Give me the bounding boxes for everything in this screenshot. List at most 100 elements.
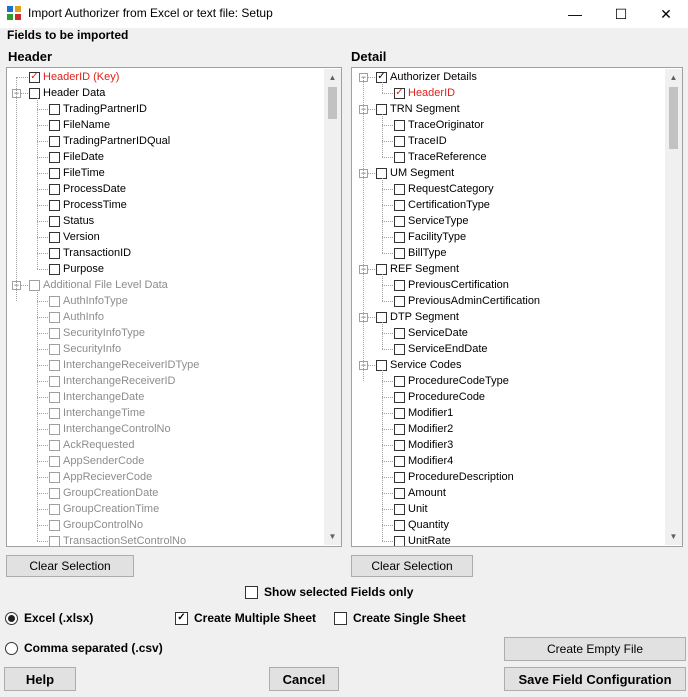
checked-checkbox-icon[interactable]: ✓ <box>394 87 405 99</box>
tree-item[interactable]: ProcedureCodeType <box>394 373 509 389</box>
tree-item[interactable]: AppSenderCode <box>49 453 144 469</box>
checkbox-icon[interactable] <box>49 103 60 115</box>
tree-item[interactable]: BillType <box>394 245 447 261</box>
tree-item[interactable]: Modifier4 <box>394 453 453 469</box>
tree-item[interactable]: ServiceDate <box>394 325 468 341</box>
tree-item[interactable]: DTP Segment <box>376 309 459 325</box>
checkbox-icon[interactable] <box>49 471 60 483</box>
tree-item[interactable]: FileTime <box>49 165 105 181</box>
csv-radio[interactable]: Comma separated (.csv) <box>5 641 163 655</box>
tree-item[interactable]: ✓ HeaderID (Key) <box>29 69 119 85</box>
checkbox-icon[interactable] <box>376 359 387 371</box>
tree-item[interactable]: ServiceEndDate <box>394 341 488 357</box>
show-selected-checkbox[interactable]: Show selected Fields only <box>245 585 413 599</box>
tree-item[interactable]: SecurityInfoType <box>49 325 145 341</box>
checkbox-box[interactable] <box>334 611 347 625</box>
maximize-button[interactable]: ☐ <box>598 0 644 28</box>
tree-item[interactable]: AppRecieverCode <box>49 469 152 485</box>
tree-item[interactable]: Modifier1 <box>394 405 453 421</box>
checkbox-icon[interactable] <box>49 183 60 195</box>
create-single-sheet-checkbox[interactable]: Create Single Sheet <box>334 611 466 625</box>
tree-item[interactable]: AckRequested <box>49 437 135 453</box>
checkbox-icon[interactable] <box>49 439 60 451</box>
tree-item[interactable]: Service Codes <box>376 357 462 373</box>
tree-item[interactable]: ServiceType <box>394 213 469 229</box>
scrollbar-thumb[interactable] <box>669 87 678 149</box>
checkbox-icon[interactable] <box>49 503 60 515</box>
tree-item[interactable]: Quantity <box>394 517 449 533</box>
tree-item[interactable]: Unit <box>394 501 428 517</box>
tree-item[interactable]: RequestCategory <box>394 181 494 197</box>
tree-item[interactable]: PreviousAdminCertification <box>394 293 540 309</box>
tree-item[interactable]: Modifier3 <box>394 437 453 453</box>
tree-item[interactable]: ✓ Authorizer Details <box>376 69 477 85</box>
checkbox-icon[interactable] <box>394 135 405 147</box>
checkbox-icon[interactable] <box>394 535 405 546</box>
checkbox-icon[interactable] <box>376 103 387 115</box>
checkbox-icon[interactable] <box>49 247 60 259</box>
tree-item[interactable]: GroupCreationTime <box>49 501 159 517</box>
radio-button[interactable] <box>5 641 18 655</box>
header-tree-scrollbar[interactable]: ▲ ▼ <box>324 69 341 545</box>
tree-item[interactable]: Version <box>49 229 100 245</box>
checkbox-icon[interactable] <box>49 407 60 419</box>
minimize-button[interactable]: — <box>552 0 598 28</box>
checkbox-icon[interactable] <box>29 279 40 291</box>
checkbox-icon[interactable] <box>49 231 60 243</box>
save-field-configuration-button[interactable]: Save Field Configuration <box>504 667 686 691</box>
checkbox-icon[interactable] <box>376 167 387 179</box>
tree-item[interactable]: Modifier2 <box>394 421 453 437</box>
tree-item[interactable]: AuthInfo <box>49 309 104 325</box>
checkbox-icon[interactable] <box>394 247 405 259</box>
tree-item[interactable]: TransactionSetControlNo <box>49 533 186 546</box>
checkbox-icon[interactable] <box>394 391 405 403</box>
scroll-up-icon[interactable]: ▲ <box>324 69 341 86</box>
tree-item[interactable]: TraceOriginator <box>394 117 484 133</box>
tree-item[interactable]: TransactionID <box>49 245 131 261</box>
tree-item[interactable]: TraceID <box>394 133 447 149</box>
checkbox-icon[interactable] <box>394 327 405 339</box>
tree-item[interactable]: REF Segment <box>376 261 459 277</box>
checkbox-icon[interactable] <box>394 439 405 451</box>
scrollbar-thumb[interactable] <box>328 87 337 119</box>
checkbox-icon[interactable] <box>394 295 405 307</box>
checkbox-icon[interactable] <box>49 135 60 147</box>
checkbox-icon[interactable] <box>49 311 60 323</box>
tree-item[interactable]: TraceReference <box>394 149 486 165</box>
tree-item[interactable]: GroupControlNo <box>49 517 143 533</box>
checkbox-icon[interactable] <box>394 343 405 355</box>
checkbox-icon[interactable] <box>376 263 387 275</box>
detail-tree-scrollbar[interactable]: ▲ ▼ <box>665 69 682 545</box>
tree-item[interactable]: ProcedureCode <box>394 389 485 405</box>
checkbox-icon[interactable] <box>394 199 405 211</box>
cancel-button[interactable]: Cancel <box>269 667 339 691</box>
tree-item[interactable]: FileName <box>49 117 110 133</box>
scroll-down-icon[interactable]: ▼ <box>324 528 341 545</box>
create-multiple-sheet-checkbox[interactable]: ✓ Create Multiple Sheet <box>175 611 316 625</box>
checkbox-icon[interactable] <box>49 487 60 499</box>
tree-item[interactable]: CertificationType <box>394 197 490 213</box>
scroll-up-icon[interactable]: ▲ <box>665 69 682 86</box>
tree-item[interactable]: Purpose <box>49 261 104 277</box>
checkbox-icon[interactable] <box>49 295 60 307</box>
checkbox-icon[interactable] <box>49 215 60 227</box>
checkbox-icon[interactable] <box>49 519 60 531</box>
detail-clear-selection-button[interactable]: Clear Selection <box>351 555 473 577</box>
checkbox-icon[interactable] <box>394 407 405 419</box>
checkbox-icon[interactable] <box>49 423 60 435</box>
checkbox-icon[interactable] <box>394 455 405 467</box>
tree-item[interactable]: FileDate <box>49 149 104 165</box>
checkbox-icon[interactable] <box>49 199 60 211</box>
checkbox-icon[interactable] <box>49 391 60 403</box>
tree-item[interactable]: Status <box>49 213 94 229</box>
radio-button[interactable] <box>5 611 18 625</box>
checkbox-icon[interactable] <box>394 375 405 387</box>
checkbox-icon[interactable] <box>49 375 60 387</box>
create-empty-file-button[interactable]: Create Empty File <box>504 637 686 661</box>
scroll-down-icon[interactable]: ▼ <box>665 528 682 545</box>
tree-item[interactable]: InterchangeControlNo <box>49 421 171 437</box>
checked-checkbox-icon[interactable]: ✓ <box>376 71 387 83</box>
checkbox-icon[interactable] <box>394 151 405 163</box>
close-button[interactable]: ✕ <box>643 0 688 28</box>
tree-item[interactable]: Header Data <box>29 85 105 101</box>
